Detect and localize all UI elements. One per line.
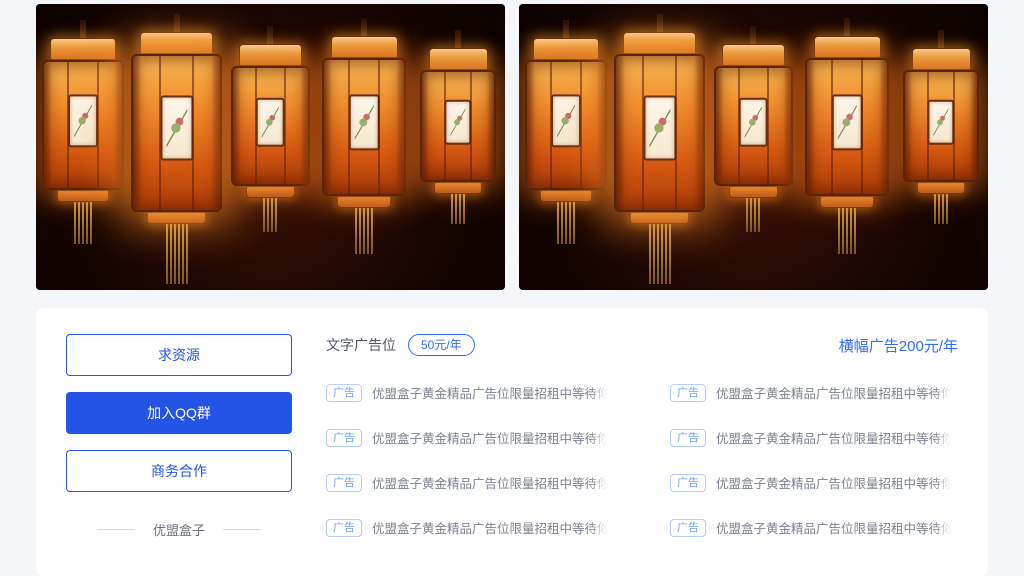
- sidebar-button-label: 求资源: [158, 345, 200, 365]
- ad-item[interactable]: 广告 优盟盒子黄金精品广告位限量招租中等待你的加入: [326, 505, 614, 550]
- ad-header: 文字广告位 50元/年 横幅广告200元/年: [326, 332, 958, 358]
- ad-item[interactable]: 广告 优盟盒子黄金精品广告位限量招租中等待你的加入: [670, 505, 958, 550]
- ad-item[interactable]: 广告 优盟盒子黄金精品广告位限量招租中等待你的加入: [326, 460, 614, 505]
- banner-row: [0, 0, 1024, 290]
- ad-tag: 广告: [326, 384, 362, 402]
- ad-text: 优盟盒子黄金精品广告位限量招租中等待你的加入: [372, 383, 614, 402]
- ad-item[interactable]: 广告 优盟盒子黄金精品广告位限量招租中等待你的加入: [326, 415, 614, 460]
- ad-item[interactable]: 广告 优盟盒子黄金精品广告位限量招租中等待你的加入: [670, 415, 958, 460]
- ad-text: 优盟盒子黄金精品广告位限量招租中等待你的加入: [716, 428, 958, 447]
- sidebar-button-qq-group[interactable]: 加入QQ群: [66, 392, 292, 434]
- main-content: 文字广告位 50元/年 横幅广告200元/年 广告 优盟盒子黄金精品广告位限量招…: [326, 332, 958, 550]
- ad-grid: 广告 优盟盒子黄金精品广告位限量招租中等待你的加入 广告 优盟盒子黄金精品广告位…: [326, 370, 958, 550]
- text-ad-title: 文字广告位: [326, 335, 396, 355]
- banner-ad-price[interactable]: 横幅广告200元/年: [839, 335, 958, 356]
- ad-text: 优盟盒子黄金精品广告位限量招租中等待你的加入: [372, 473, 614, 492]
- ad-tag: 广告: [670, 384, 706, 402]
- ad-tag: 广告: [670, 519, 706, 537]
- sidebar-button-label: 商务合作: [151, 461, 207, 481]
- sidebar-button-label: 加入QQ群: [147, 403, 211, 423]
- ad-text: 优盟盒子黄金精品广告位限量招租中等待你的加入: [372, 518, 614, 537]
- sidebar: 求资源 加入QQ群 商务合作 优盟盒子: [66, 332, 292, 550]
- ad-tag: 广告: [326, 519, 362, 537]
- sidebar-button-business[interactable]: 商务合作: [66, 450, 292, 492]
- ad-text: 优盟盒子黄金精品广告位限量招租中等待你的加入: [372, 428, 614, 447]
- sidebar-button-resources[interactable]: 求资源: [66, 334, 292, 376]
- ad-text: 优盟盒子黄金精品广告位限量招租中等待你的加入: [716, 518, 958, 537]
- ad-text: 优盟盒子黄金精品广告位限量招租中等待你的加入: [716, 473, 958, 492]
- ad-tag: 广告: [670, 474, 706, 492]
- ad-item[interactable]: 广告 优盟盒子黄金精品广告位限量招租中等待你的加入: [670, 370, 958, 415]
- ad-tag: 广告: [326, 474, 362, 492]
- ad-text: 优盟盒子黄金精品广告位限量招租中等待你的加入: [716, 383, 958, 402]
- text-ad-price-pill[interactable]: 50元/年: [408, 334, 475, 356]
- banner-image-2[interactable]: [519, 4, 988, 290]
- content-card: 求资源 加入QQ群 商务合作 优盟盒子 文字广告位 50元/年 横幅广告200元…: [36, 308, 988, 576]
- banner-image-1[interactable]: [36, 4, 505, 290]
- ad-tag: 广告: [326, 429, 362, 447]
- sidebar-divider: 优盟盒子: [66, 508, 292, 550]
- ad-tag: 广告: [670, 429, 706, 447]
- sidebar-divider-label: 优盟盒子: [153, 520, 205, 539]
- ad-item[interactable]: 广告 优盟盒子黄金精品广告位限量招租中等待你的加入: [670, 460, 958, 505]
- ad-item[interactable]: 广告 优盟盒子黄金精品广告位限量招租中等待你的加入: [326, 370, 614, 415]
